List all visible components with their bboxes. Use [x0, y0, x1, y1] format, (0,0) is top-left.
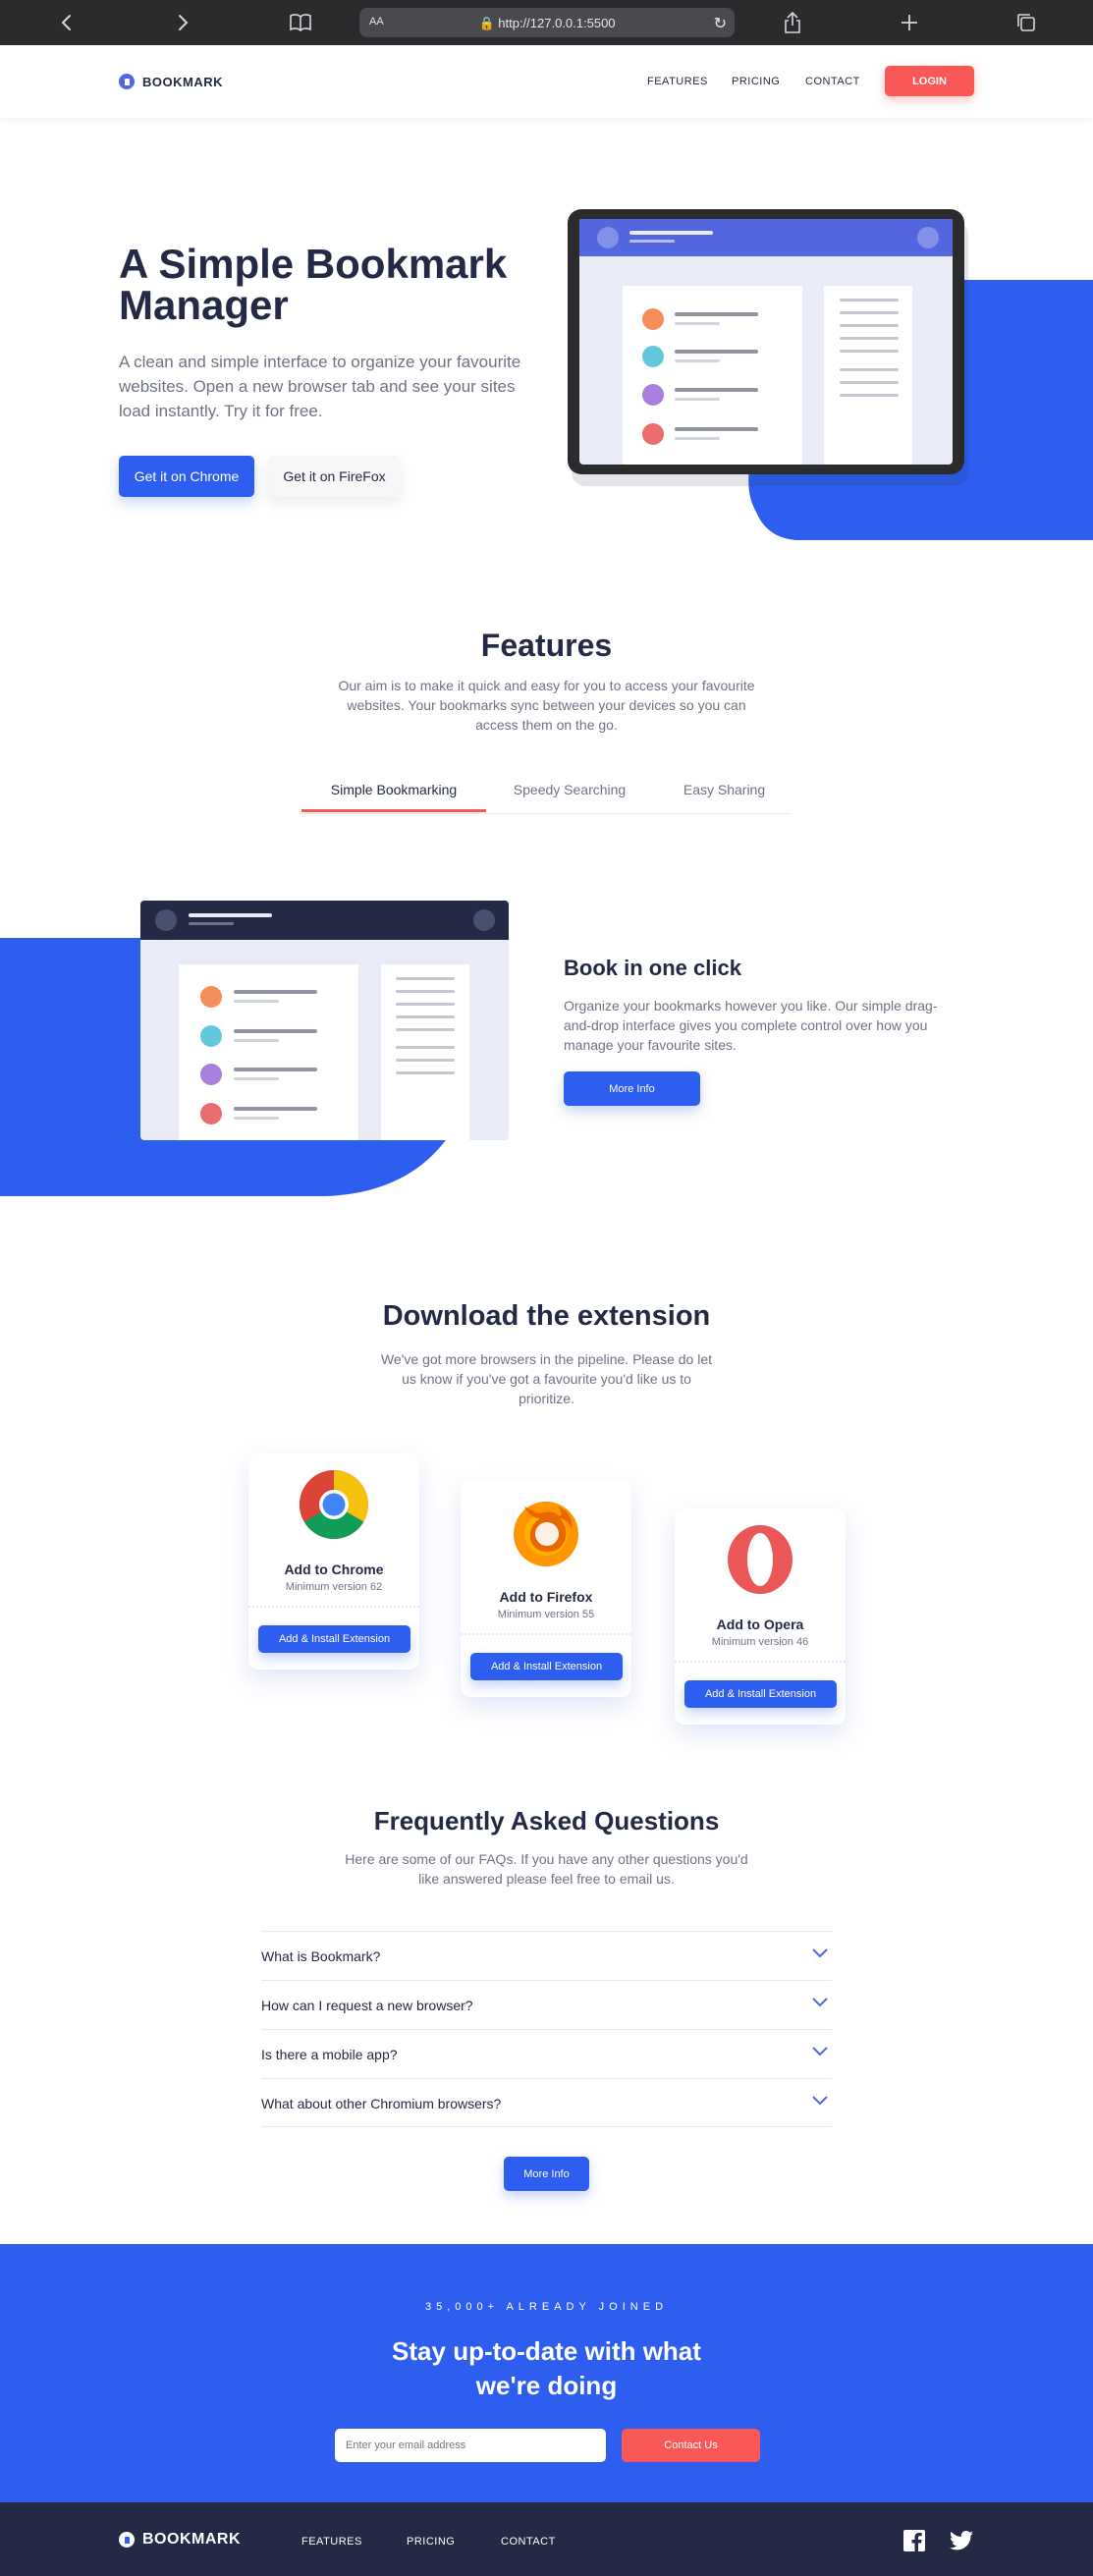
nav-features[interactable]: FEATURES — [647, 76, 708, 87]
footer-nav-pricing[interactable]: PRICING — [407, 2536, 455, 2548]
faq-question: How can I request a new browser? — [261, 1998, 473, 2013]
feature-panel-title: Book in one click — [564, 956, 741, 980]
logo-text: BOOKMARK — [142, 2531, 241, 2548]
faq-question: Is there a mobile app? — [261, 2047, 398, 2062]
twitter-icon[interactable] — [950, 2531, 973, 2550]
forward-icon[interactable] — [171, 11, 194, 34]
nav-pricing[interactable]: PRICING — [732, 76, 780, 87]
share-icon[interactable] — [781, 11, 804, 34]
contact-us-button[interactable]: Contact Us — [622, 2429, 760, 2462]
site-footer: BOOKMARK FEATURES PRICING CONTACT — [0, 2502, 1093, 2576]
reload-icon[interactable]: ↻ — [714, 14, 727, 33]
card-divider — [675, 1661, 846, 1663]
footer-logo[interactable]: BOOKMARK — [119, 2531, 241, 2549]
hero-title: A Simple Bookmark Manager — [119, 241, 508, 328]
card-version: Minimum version 46 — [711, 1636, 809, 1648]
opera-logo-icon — [728, 1525, 792, 1594]
chrome-card: Add to Chrome Minimum version 62 Add & I… — [248, 1453, 419, 1670]
install-opera-button[interactable]: Add & Install Extension — [684, 1680, 837, 1708]
url-value: http://127.0.0.1:5500 — [498, 16, 616, 30]
faq-question: What is Bookmark? — [261, 1948, 381, 1964]
card-title: Add to Opera — [716, 1617, 804, 1632]
chevron-down-icon — [812, 2047, 828, 2056]
firefox-logo-icon — [514, 1502, 578, 1566]
get-chrome-button[interactable]: Get it on Chrome — [119, 456, 254, 497]
tab-label: Simple Bookmarking — [330, 782, 458, 797]
card-version: Minimum version 55 — [497, 1609, 595, 1620]
faq-item[interactable]: Is there a mobile app? — [261, 2029, 832, 2078]
card-title: Add to Chrome — [284, 1562, 384, 1577]
tab-speedy-searching[interactable]: Speedy Searching — [486, 776, 653, 815]
tabs-overview-icon[interactable] — [1014, 11, 1038, 34]
logo[interactable]: BOOKMARK — [119, 74, 223, 89]
footer-nav-contact[interactable]: CONTACT — [501, 2536, 556, 2548]
faq-more-info-button[interactable]: More Info — [504, 2157, 589, 2191]
card-divider — [461, 1633, 631, 1635]
new-tab-icon[interactable] — [898, 11, 921, 34]
features-description: Our aim is to make it quick and easy for… — [338, 678, 755, 733]
opera-card: Add to Opera Minimum version 46 Add & In… — [675, 1508, 846, 1725]
site-header: BOOKMARK FEATURES PRICING CONTACT LOGIN — [0, 45, 1093, 118]
feature-illustration — [0, 901, 509, 1196]
feature-more-info-button[interactable]: More Info — [564, 1071, 700, 1106]
nav-contact[interactable]: CONTACT — [805, 76, 860, 87]
faq-item[interactable]: How can I request a new browser? — [261, 1980, 832, 2029]
card-version: Minimum version 62 — [285, 1581, 383, 1593]
facebook-icon[interactable] — [903, 2530, 925, 2551]
tab-label: Easy Sharing — [683, 782, 766, 797]
url-text: 🔒 http://127.0.0.1:5500 — [359, 16, 735, 31]
tab-label: Speedy Searching — [513, 782, 627, 797]
tab-simple-bookmarking[interactable]: Simple Bookmarking — [301, 776, 486, 815]
feature-panel-description: Organize your bookmarks however you like… — [564, 998, 938, 1053]
reader-book-icon[interactable] — [289, 11, 312, 34]
newsletter-section: 35,000+ ALREADY JOINED Stay up-to-date w… — [0, 2244, 1093, 2502]
install-chrome-button[interactable]: Add & Install Extension — [258, 1625, 410, 1653]
features-title: Features — [480, 628, 613, 663]
hero-illustration — [568, 209, 1093, 540]
email-input[interactable] — [335, 2429, 606, 2462]
faq-question: What about other Chromium browsers? — [261, 2096, 502, 2111]
bookmark-logo-icon — [119, 2532, 135, 2548]
browser-toolbar: AA 🔒 http://127.0.0.1:5500 ↻ — [0, 0, 1093, 45]
faq-title: Frequently Asked Questions — [373, 1806, 720, 1836]
download-title: Download the extension — [382, 1300, 711, 1332]
bookmark-logo-icon — [119, 74, 135, 89]
chevron-down-icon — [812, 2096, 828, 2106]
address-bar[interactable]: AA 🔒 http://127.0.0.1:5500 ↻ — [359, 8, 735, 37]
download-description: We've got more browsers in the pipeline.… — [380, 1351, 713, 1406]
firefox-card: Add to Firefox Minimum version 55 Add & … — [461, 1481, 631, 1697]
cta-title-line: Stay up-to-date with what — [392, 2336, 701, 2366]
cta-title-line: we're doing — [475, 2371, 618, 2400]
faq-item[interactable]: What about other Chromium browsers? — [261, 2078, 832, 2127]
footer-nav-features[interactable]: FEATURES — [301, 2536, 362, 2548]
tab-easy-sharing[interactable]: Easy Sharing — [653, 776, 795, 815]
faq-description: Here are some of our FAQs. If you have a… — [345, 1851, 748, 1887]
logo-text: BOOKMARK — [142, 74, 223, 89]
login-button[interactable]: LOGIN — [885, 66, 974, 96]
chevron-down-icon — [812, 1948, 828, 1958]
install-firefox-button[interactable]: Add & Install Extension — [470, 1653, 623, 1680]
hero-description: A clean and simple interface to organize… — [119, 353, 521, 420]
back-icon[interactable] — [55, 11, 79, 34]
faq-item[interactable]: What is Bookmark? — [261, 1931, 832, 1980]
joined-count: 35,000+ ALREADY JOINED — [424, 2301, 669, 2313]
card-divider — [248, 1606, 419, 1608]
card-title: Add to Firefox — [499, 1589, 593, 1605]
get-firefox-button[interactable]: Get it on FireFox — [268, 456, 401, 497]
lock-icon: 🔒 — [478, 16, 495, 30]
chevron-down-icon — [812, 1998, 828, 2007]
chrome-logo-icon — [300, 1470, 368, 1539]
active-tab-indicator — [301, 809, 486, 812]
cta-title: Stay up-to-date with what we're doing — [0, 2334, 1093, 2403]
